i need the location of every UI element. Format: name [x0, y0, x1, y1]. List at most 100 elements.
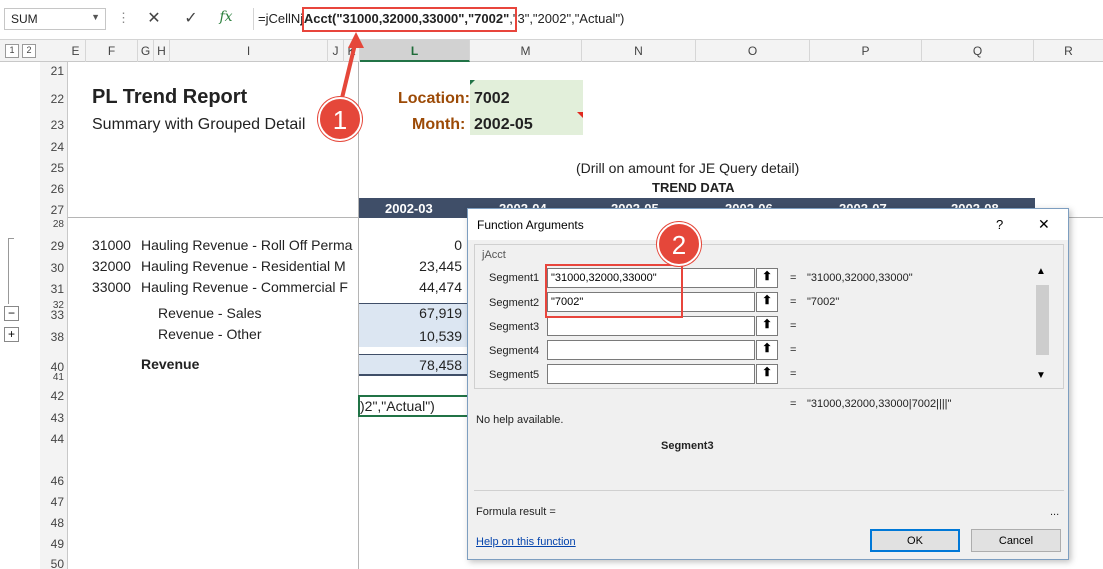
equals-sign: = — [790, 272, 797, 284]
collapse-group-button[interactable]: − — [4, 306, 19, 321]
month-value[interactable]: 2002-05 — [474, 116, 533, 134]
row-header[interactable]: 25 — [42, 161, 66, 175]
column-header-h[interactable]: H — [154, 40, 170, 62]
summary-label: Revenue - Sales — [158, 305, 262, 321]
collapse-dialog-icon[interactable]: ⬆ — [756, 364, 778, 384]
function-arguments-dialog: Function Arguments ? ✕ jAcct Segment1 "3… — [467, 208, 1069, 560]
function-name: jAcct — [482, 249, 506, 261]
formula-prefix: =jCellN — [258, 11, 301, 26]
account-code: 31000 — [92, 237, 131, 253]
amount-cell[interactable]: 23,445 — [360, 258, 462, 274]
arrow-head — [348, 32, 364, 48]
args-highlight-box — [545, 264, 683, 318]
annotation-badge-2: 2 — [657, 222, 701, 266]
outline-level-2-button[interactable]: 2 — [22, 44, 36, 58]
segment3-input[interactable] — [547, 316, 755, 336]
segment4-input[interactable] — [547, 340, 755, 360]
account-desc: Hauling Revenue - Commercial F — [141, 279, 348, 295]
summary-label: Revenue - Other — [158, 326, 262, 342]
row-header[interactable]: 38 — [42, 330, 66, 344]
row-header[interactable]: 47 — [42, 495, 66, 509]
column-header-g[interactable]: G — [138, 40, 154, 62]
ok-button[interactable]: OK — [870, 529, 960, 552]
arg-result: "7002" — [807, 296, 840, 308]
column-header-p[interactable]: P — [810, 40, 922, 62]
row-header[interactable]: 33 — [42, 308, 66, 322]
arrow-shaft — [340, 39, 358, 99]
arg-label: Segment3 — [489, 321, 540, 333]
drill-note: (Drill on amount for JE Query detail) — [576, 160, 800, 176]
report-subtitle: Summary with Grouped Detail — [92, 116, 306, 133]
collapse-dialog-icon[interactable]: ⬆ — [756, 316, 778, 336]
row-header[interactable]: 21 — [42, 64, 66, 78]
row-header[interactable]: 28 — [42, 219, 66, 230]
scroll-down-icon[interactable]: ▼ — [1036, 370, 1046, 381]
amount-cell[interactable]: 44,474 — [360, 279, 462, 295]
amount-cell[interactable]: 0 — [360, 237, 462, 253]
row-header[interactable]: 31 — [42, 282, 66, 296]
row-header[interactable]: 26 — [42, 182, 66, 196]
row-header[interactable]: 50 — [42, 557, 66, 569]
close-icon[interactable]: ✕ — [1038, 216, 1050, 233]
help-on-function-link[interactable]: Help on this function — [476, 536, 576, 548]
comment-indicator — [577, 112, 583, 118]
column-header-m[interactable]: M — [470, 40, 582, 62]
comment-indicator — [470, 80, 475, 85]
equals-sign: = — [790, 296, 797, 308]
column-header-f[interactable]: F — [86, 40, 138, 62]
arg-label: Segment1 — [489, 272, 540, 284]
edit-cell-text: )2","Actual") — [360, 398, 435, 414]
row-header[interactable]: 23 — [42, 118, 66, 132]
scroll-thumb[interactable] — [1036, 285, 1049, 355]
total-label: Revenue — [141, 356, 200, 372]
column-header-e[interactable]: E — [66, 40, 86, 62]
cancel-button[interactable]: Cancel — [971, 529, 1061, 552]
name-box-value: SUM — [11, 12, 38, 26]
formula-suffix: ,"3","2002","Actual") — [509, 11, 625, 26]
column-header-q[interactable]: Q — [922, 40, 1034, 62]
insert-function-icon[interactable]: fx — [216, 9, 236, 25]
summary-amount[interactable]: 67,919 — [360, 305, 462, 321]
formula-result-label: Formula result = — [476, 506, 556, 518]
enter-icon[interactable]: ✓ — [181, 8, 201, 28]
row-header[interactable]: 30 — [42, 261, 66, 275]
row-header[interactable]: 27 — [42, 203, 66, 217]
scroll-up-icon[interactable]: ▲ — [1036, 266, 1046, 277]
collapse-dialog-icon[interactable]: ⬆ — [756, 292, 778, 312]
row-header[interactable]: 22 — [42, 92, 66, 106]
location-label: Location: — [398, 90, 470, 107]
column-header-i[interactable]: I — [170, 40, 328, 62]
more-icon: ⋮ — [117, 10, 130, 25]
name-box[interactable]: SUM ▼ — [4, 8, 106, 30]
total-amount[interactable]: 78,458 — [360, 357, 462, 373]
column-header-bar: 1 2 E F G H I J K L M N O P Q R — [0, 40, 1103, 62]
summary-amount[interactable]: 10,539 — [360, 328, 462, 344]
column-header-r[interactable]: R — [1034, 40, 1103, 62]
formula-highlight-box — [302, 7, 517, 32]
outline-gutter: − + — [0, 62, 40, 569]
period-header: 2002-03 — [385, 201, 433, 216]
chevron-down-icon[interactable]: ▼ — [91, 12, 100, 22]
dialog-titlebar: Function Arguments ? ✕ — [468, 209, 1068, 240]
outline-level-1-button[interactable]: 1 — [5, 44, 19, 58]
row-header[interactable]: 44 — [42, 432, 66, 446]
collapse-dialog-icon[interactable]: ⬆ — [756, 268, 778, 288]
row-header[interactable]: 46 — [42, 474, 66, 488]
active-edit-cell[interactable]: )2","Actual") — [358, 395, 470, 417]
collapse-dialog-icon[interactable]: ⬆ — [756, 340, 778, 360]
expand-group-button[interactable]: + — [4, 327, 19, 342]
column-header-o[interactable]: O — [696, 40, 810, 62]
cancel-icon[interactable]: ✕ — [144, 8, 164, 28]
row-header[interactable]: 49 — [42, 537, 66, 551]
row-header[interactable]: 41 — [42, 372, 66, 383]
segment5-input[interactable] — [547, 364, 755, 384]
row-header[interactable]: 24 — [42, 140, 66, 154]
row-header[interactable]: 48 — [42, 516, 66, 530]
row-header[interactable]: 42 — [42, 389, 66, 403]
row-header[interactable]: 29 — [42, 239, 66, 253]
location-value[interactable]: 7002 — [474, 90, 510, 108]
args-scrollbar[interactable]: ▲ ▼ — [1034, 266, 1050, 386]
column-header-n[interactable]: N — [582, 40, 696, 62]
help-icon[interactable]: ? — [996, 217, 1003, 232]
row-header[interactable]: 43 — [42, 411, 66, 425]
